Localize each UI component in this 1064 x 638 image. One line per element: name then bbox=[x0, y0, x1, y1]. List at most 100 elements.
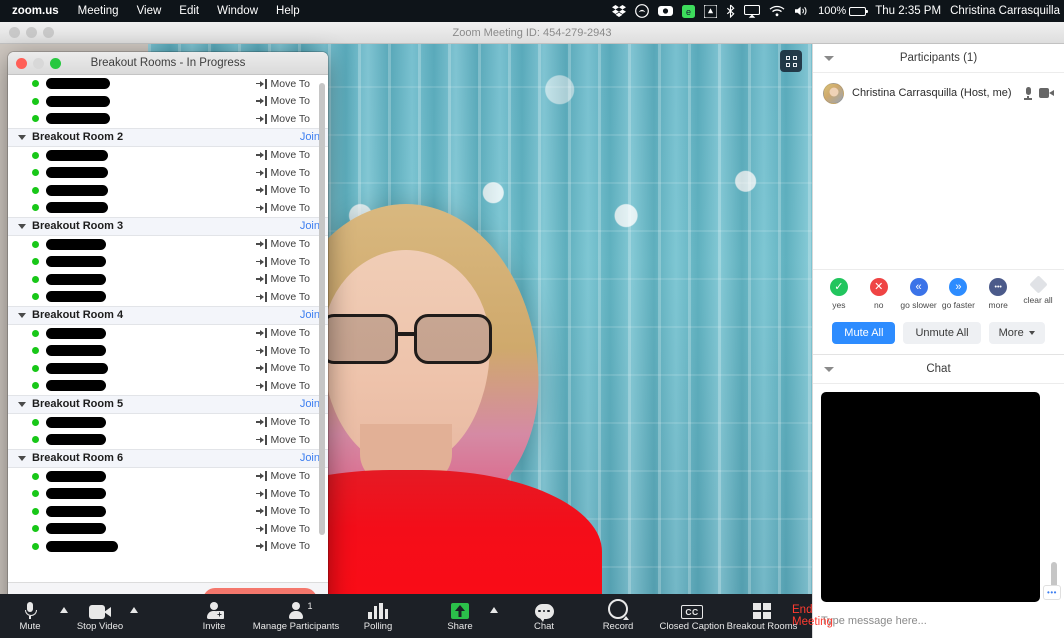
breakout-participant-row[interactable]: Move To bbox=[8, 360, 328, 378]
breakout-participant-row[interactable]: Move To bbox=[8, 342, 328, 360]
menu-help[interactable]: Help bbox=[267, 5, 309, 17]
breakout-participant-row[interactable]: Move To bbox=[8, 485, 328, 503]
toolbar-polling-button[interactable]: Polling bbox=[348, 601, 408, 632]
toolbar-share-button[interactable]: Share bbox=[430, 601, 490, 632]
volume-icon[interactable] bbox=[794, 4, 809, 18]
disclosure-triangle-icon[interactable] bbox=[18, 401, 26, 407]
participants-more-button[interactable]: More bbox=[988, 322, 1045, 344]
toolbar-stop-video-button[interactable]: Stop Video bbox=[70, 601, 130, 632]
breakout-participant-row[interactable]: Move To bbox=[8, 75, 328, 93]
menu-zoom-us[interactable]: zoom.us bbox=[0, 5, 69, 17]
reaction-button-yes[interactable]: ✓ yes bbox=[819, 278, 859, 310]
reaction-button-no[interactable]: ✕ no bbox=[859, 278, 899, 310]
breakout-participant-row[interactable]: Move To bbox=[8, 93, 328, 111]
breakout-participant-row[interactable]: Move To bbox=[8, 236, 328, 254]
camera-icon[interactable] bbox=[1039, 88, 1054, 98]
move-to-button[interactable]: Move To bbox=[255, 523, 310, 535]
wifi-icon[interactable] bbox=[769, 4, 785, 18]
airplay-icon[interactable] bbox=[744, 4, 761, 18]
participants-panel-header[interactable]: Participants (1) bbox=[813, 44, 1064, 73]
toolbar-breakout-rooms-button[interactable]: Breakout Rooms bbox=[727, 601, 797, 632]
end-meeting-button[interactable]: End Meeting bbox=[792, 604, 833, 628]
toolbar-record-button[interactable]: Record bbox=[588, 598, 648, 632]
move-to-button[interactable]: Move To bbox=[255, 78, 310, 90]
move-to-button[interactable]: Move To bbox=[255, 149, 310, 161]
move-to-button[interactable]: Move To bbox=[255, 95, 310, 107]
fullscreen-icon[interactable] bbox=[780, 50, 802, 72]
chat-input[interactable]: Type message here... bbox=[821, 610, 1056, 632]
breakout-room-header[interactable]: Breakout Room 5 Join bbox=[8, 394, 328, 414]
menu-edit[interactable]: Edit bbox=[170, 5, 208, 17]
move-to-button[interactable]: Move To bbox=[255, 416, 310, 428]
breakout-room-header[interactable]: Breakout Room 2 Join bbox=[8, 127, 328, 147]
move-to-button[interactable]: Move To bbox=[255, 113, 310, 125]
move-to-button[interactable]: Move To bbox=[255, 184, 310, 196]
breakout-participant-row[interactable]: Move To bbox=[8, 377, 328, 395]
move-to-button[interactable]: Move To bbox=[255, 202, 310, 214]
join-room-link[interactable]: Join bbox=[300, 309, 320, 321]
toolbar-invite-button[interactable]: + Invite bbox=[184, 601, 244, 632]
breakout-participant-row[interactable]: Move To bbox=[8, 520, 328, 538]
breakout-participant-row[interactable]: Move To bbox=[8, 288, 328, 306]
move-to-button[interactable]: Move To bbox=[255, 470, 310, 482]
join-room-link[interactable]: Join bbox=[300, 131, 320, 143]
breakout-participant-row[interactable]: Move To bbox=[8, 199, 328, 217]
breakout-participant-row[interactable]: Move To bbox=[8, 503, 328, 521]
reactions-row[interactable]: ✓ yes ✕ no « go slower » go faster ••• more clear … bbox=[813, 269, 1064, 316]
toolbar-manage-participants-button[interactable]: 1 Manage Participants bbox=[253, 601, 340, 632]
breakout-rooms-list[interactable]: Move To Move To Move To Breakout Room 2 Join… bbox=[8, 75, 328, 582]
breakout-participant-row[interactable]: Move To bbox=[8, 110, 328, 128]
breakout-participant-row[interactable]: Move To bbox=[8, 147, 328, 165]
move-to-button[interactable]: Move To bbox=[255, 488, 310, 500]
move-to-button[interactable]: Move To bbox=[255, 362, 310, 374]
breakout-rooms-window[interactable]: Breakout Rooms - In Progress Move To Move… bbox=[8, 52, 328, 616]
video-options-chevron-icon[interactable] bbox=[130, 607, 138, 613]
dropbox-icon[interactable] bbox=[612, 4, 627, 18]
participants-list[interactable]: Christina Carrasquilla (Host, me) bbox=[813, 73, 1064, 269]
move-to-button[interactable]: Move To bbox=[255, 238, 310, 250]
adobe-cc-icon[interactable] bbox=[635, 4, 649, 18]
breakout-participant-row[interactable]: Move To bbox=[8, 182, 328, 200]
microphone-icon[interactable] bbox=[1024, 86, 1032, 100]
join-room-link[interactable]: Join bbox=[300, 220, 320, 232]
move-to-button[interactable]: Move To bbox=[255, 540, 310, 552]
move-to-button[interactable]: Move To bbox=[255, 434, 310, 446]
battery-indicator[interactable]: 100% bbox=[818, 5, 869, 17]
breakout-room-header[interactable]: Breakout Room 4 Join bbox=[8, 305, 328, 325]
menu-window[interactable]: Window bbox=[208, 5, 267, 17]
menu-bar-clock[interactable]: Thu 2:35 PM bbox=[875, 5, 941, 17]
move-to-button[interactable]: Move To bbox=[255, 505, 310, 517]
reaction-button-go-faster[interactable]: » go faster bbox=[938, 278, 978, 310]
disclosure-triangle-icon[interactable] bbox=[18, 312, 26, 318]
chat-panel-body[interactable]: ••• Type message here... bbox=[813, 384, 1064, 638]
move-to-button[interactable]: Move To bbox=[255, 291, 310, 303]
move-to-button[interactable]: Move To bbox=[255, 167, 310, 179]
reaction-button-go-slower[interactable]: « go slower bbox=[899, 278, 939, 310]
join-room-link[interactable]: Join bbox=[300, 452, 320, 464]
breakout-participant-row[interactable]: Move To bbox=[8, 431, 328, 449]
move-to-button[interactable]: Move To bbox=[255, 380, 310, 392]
move-to-button[interactable]: Move To bbox=[255, 273, 310, 285]
toolbar-chat-button[interactable]: Chat bbox=[514, 601, 574, 632]
mute-all-button[interactable]: Mute All bbox=[832, 322, 896, 344]
disclosure-triangle-icon[interactable] bbox=[18, 455, 26, 461]
chevron-down-icon[interactable] bbox=[824, 55, 834, 61]
breakout-participant-row[interactable]: Move To bbox=[8, 538, 328, 556]
toolbar-mute-button[interactable]: Mute bbox=[0, 601, 60, 632]
reaction-button-more[interactable]: ••• more bbox=[978, 278, 1018, 310]
unmute-all-button[interactable]: Unmute All bbox=[903, 322, 981, 344]
breakout-participant-row[interactable]: Move To bbox=[8, 164, 328, 182]
menu-meeting[interactable]: Meeting bbox=[69, 5, 128, 17]
drive-icon[interactable] bbox=[704, 4, 718, 18]
breakout-participant-row[interactable]: Move To bbox=[8, 325, 328, 343]
menu-bar-user[interactable]: Christina Carrasquilla bbox=[950, 5, 1060, 17]
chevron-down-icon[interactable] bbox=[824, 366, 834, 372]
breakout-participant-row[interactable]: Move To bbox=[8, 414, 328, 432]
share-options-chevron-icon[interactable] bbox=[490, 607, 498, 613]
disclosure-triangle-icon[interactable] bbox=[18, 134, 26, 140]
breakout-room-header[interactable]: Breakout Room 6 Join bbox=[8, 448, 328, 468]
chat-scrollbar[interactable] bbox=[1051, 392, 1057, 602]
audio-options-chevron-icon[interactable] bbox=[60, 607, 68, 613]
participant-row[interactable]: Christina Carrasquilla (Host, me) bbox=[813, 79, 1064, 107]
breakout-participant-row[interactable]: Move To bbox=[8, 271, 328, 289]
